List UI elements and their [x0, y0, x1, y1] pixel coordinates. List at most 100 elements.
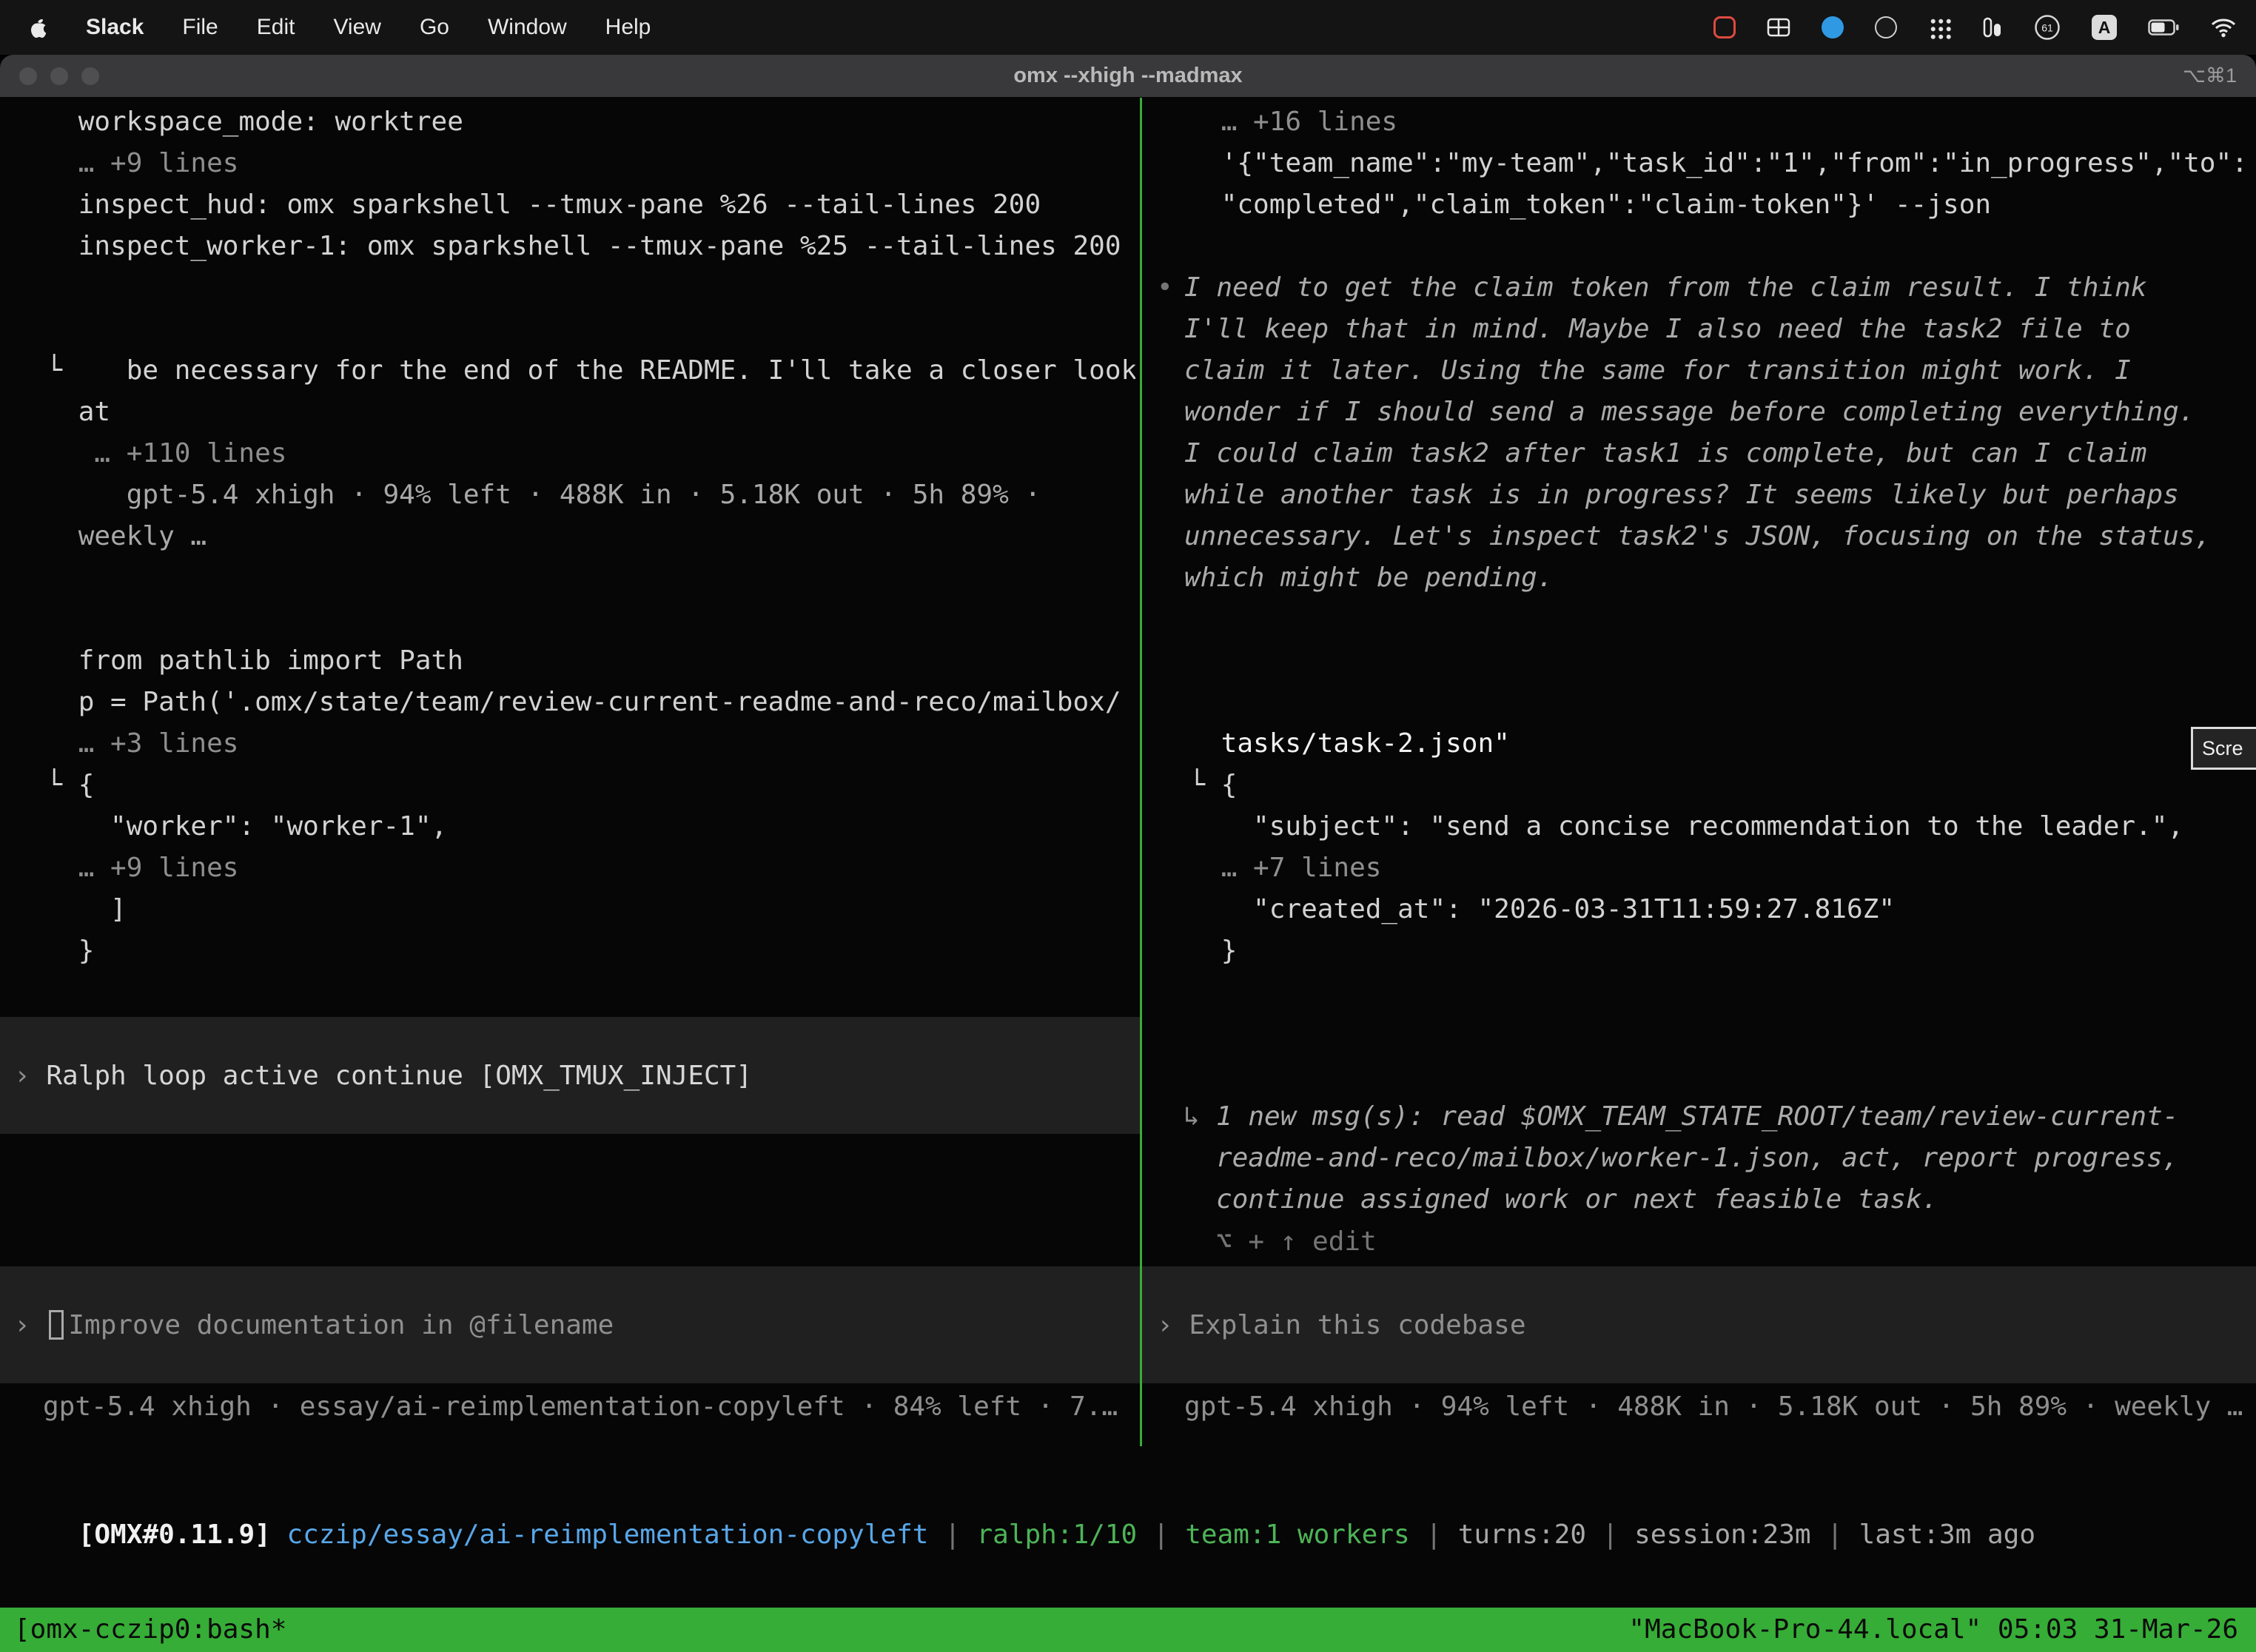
- omx-repo: cczip/essay/ai-reimplementation-copyleft: [286, 1520, 928, 1550]
- separator: |: [1410, 1520, 1458, 1550]
- right-model-status-line: gpt-5.4 xhigh · 94% left · 488K in · 5.1…: [1184, 1386, 2256, 1428]
- terminal-line: }: [1157, 930, 2256, 972]
- cat-json-output: └ { "subject": "send a concise recommend…: [1157, 765, 2256, 972]
- chevron-icon: ›: [14, 1061, 46, 1091]
- terminal-line: '{"team_name":"my-team","task_id":"1","f…: [1157, 143, 2256, 184]
- battery-icon[interactable]: [2148, 11, 2179, 44]
- separator: |: [1811, 1520, 1859, 1550]
- terminal-line: from pathlib import Path: [14, 640, 1135, 682]
- ran-tmux-capture-command: • Ran tmux capture-pane -t %25 -p -S -80: [14, 309, 1135, 350]
- menu-bar-status-icons: 61 A: [1713, 11, 2256, 44]
- minimize-button[interactable]: [50, 67, 68, 85]
- menu-go[interactable]: Go: [420, 15, 449, 40]
- window-title-bar: omx --xhigh --madmax ⌥⌘1: [0, 55, 2256, 98]
- prompt-placeholder: Improve documentation in @filename: [68, 1310, 614, 1340]
- menu-bar-left: Slack File Edit View Go Window Help: [0, 11, 651, 44]
- input-source-icon[interactable]: A: [2092, 11, 2117, 44]
- python-output: from pathlib import Path p = Path('.omx/…: [14, 640, 1135, 972]
- terminal-line: p = Path('.omx/state/team/review-current…: [14, 682, 1135, 723]
- battery-percent-icon[interactable]: 61: [2034, 11, 2061, 44]
- tmux-status-bar: [omx-cczip0:bash* "MacBook-Pro-44.local"…: [0, 1608, 2256, 1652]
- menu-view[interactable]: View: [333, 15, 380, 40]
- pane-divider: [1140, 98, 1142, 1446]
- macos-menu-bar: Slack File Edit View Go Window Help: [0, 0, 2256, 55]
- omx-session-status-bar: [OMX#0.11.9] cczip/essay/ai-reimplementa…: [14, 1473, 2035, 1514]
- terminal-line: └ be necessary for the end of the README…: [14, 350, 1135, 392]
- terminal-line: ]: [14, 889, 1135, 930]
- tmux-capture-output: └ be necessary for the end of the README…: [14, 350, 1135, 557]
- window-grid-icon[interactable]: [1767, 11, 1790, 44]
- apple-icon[interactable]: [28, 11, 47, 44]
- traffic-lights: [19, 55, 99, 97]
- banner-text: Ralph loop active continue [OMX_TMUX_INJ…: [46, 1061, 752, 1091]
- collapsed-lines-indicator[interactable]: … +3 lines: [14, 723, 1135, 765]
- terminal-line: "subject": "send a concise recommendatio…: [1157, 806, 2256, 847]
- terminal-line: weekly …: [14, 516, 1135, 557]
- omx-version: [OMX#0.11.9]: [78, 1520, 287, 1550]
- close-button[interactable]: [19, 67, 37, 85]
- wifi-icon[interactable]: [2210, 11, 2237, 44]
- left-pane-log-head: workspace_mode: worktree … +9 lines insp…: [14, 101, 1135, 267]
- tmux-session-name: [omx-cczip0:bash*: [14, 1608, 286, 1652]
- terminal-line: workspace_mode: worktree: [14, 101, 1135, 143]
- reply-arrow-icon: ↳: [1184, 1096, 1215, 1138]
- left-model-status-line: gpt-5.4 xhigh · essay/ai-reimplementatio…: [43, 1386, 1137, 1428]
- omx-session-time: session:23m: [1634, 1520, 1810, 1550]
- dots-grid-icon[interactable]: [1928, 11, 1951, 44]
- right-prompt-input[interactable]: › Explain this codebase: [1142, 1266, 2256, 1383]
- terminal-line: "worker": "worker-1",: [14, 806, 1135, 847]
- menu-edit[interactable]: Edit: [257, 15, 295, 40]
- tmux-host-clock: "MacBook-Pro-44.local" 05:03 31-Mar-26: [1628, 1608, 2238, 1652]
- dark-app-icon[interactable]: [1875, 11, 1897, 44]
- ralph-inject-banner: › Ralph loop active continue [OMX_TMUX_I…: [0, 1017, 1140, 1134]
- separator: |: [928, 1520, 976, 1550]
- window-title: omx --xhigh --madmax: [1013, 64, 1242, 88]
- omx-turns: turns:20: [1458, 1520, 1586, 1550]
- chevron-icon: ›: [1157, 1310, 1189, 1340]
- menu-help[interactable]: Help: [605, 15, 651, 40]
- terminal-line: inspect_worker-1: omx sparkshell --tmux-…: [14, 226, 1135, 267]
- ran-set-command: • Ran set -euo pipefail: [1157, 640, 2256, 682]
- separator: |: [1586, 1520, 1634, 1550]
- cat-command-line: cat "$OMX_TEAM_STATE_ROOT/team/review-cu…: [1157, 682, 2256, 723]
- screenshot-notification[interactable]: Scre: [2191, 727, 2256, 770]
- blue-app-icon[interactable]: [1822, 11, 1844, 44]
- svg-text:61: 61: [2041, 22, 2053, 34]
- terminal-line: └ {: [14, 765, 1135, 806]
- terminal-line: gpt-5.4 xhigh · 94% left · 488K in · 5.1…: [14, 474, 1135, 516]
- terminal-line: "created_at": "2026-03-31T11:59:27.816Z": [1157, 889, 2256, 930]
- menu-window[interactable]: Window: [488, 15, 567, 40]
- collapsed-lines-indicator[interactable]: … +110 lines: [14, 433, 1135, 474]
- prompt-placeholder: Explain this codebase: [1189, 1310, 1525, 1340]
- edit-shortcut-hint: ⌥ + ↑ edit: [1216, 1221, 1377, 1263]
- thinking-bullet-icon: •: [1157, 267, 1173, 309]
- working-status: • Working (6m 38s • esc to interrupt): [14, 1179, 1135, 1220]
- left-prompt-input[interactable]: › Improve documentation in @filename: [0, 1266, 1140, 1383]
- waiting-status: • Waiting for background terminal (3m 46…: [1157, 1013, 2256, 1054]
- omx-last-activity: last:3m ago: [1859, 1520, 2035, 1550]
- screenshot-notification-text: Scre: [2202, 737, 2243, 760]
- active-app-name[interactable]: Slack: [86, 15, 144, 40]
- chevron-icon: ›: [14, 1310, 46, 1340]
- screen-record-icon[interactable]: [1713, 11, 1736, 44]
- omx-ralph-count: ralph:1/10: [976, 1520, 1137, 1550]
- collapsed-lines-indicator[interactable]: … +9 lines: [14, 143, 1135, 184]
- collapsed-lines-indicator[interactable]: … +16 lines: [1157, 101, 2256, 143]
- menu-file[interactable]: File: [182, 15, 218, 40]
- desktop: Slack File Edit View Go Window Help: [0, 0, 2256, 1652]
- terminal-line: └ {: [1157, 765, 2256, 806]
- terminal-line: at: [14, 392, 1135, 433]
- meter-icon[interactable]: [1982, 11, 2003, 44]
- mailbox-message-text: 1 new msg(s): read $OMX_TEAM_STATE_ROOT/…: [1216, 1096, 2200, 1220]
- terminal-line: "completed","claim_token":"claim-token"}…: [1157, 184, 2256, 226]
- terminal-line: inspect_hud: omx sparkshell --tmux-pane …: [14, 184, 1135, 226]
- right-pane-log-head: … +16 lines '{"team_name":"my-team","tas…: [1157, 101, 2256, 226]
- ran-python-command: • Ran python3 - <<'PY': [14, 599, 1135, 640]
- omx-team-workers: team:1 workers: [1185, 1520, 1409, 1550]
- separator: |: [1137, 1520, 1185, 1550]
- collapsed-lines-indicator[interactable]: … +7 lines: [1157, 847, 2256, 889]
- text-cursor: [49, 1310, 64, 1340]
- collapsed-lines-indicator[interactable]: … +9 lines: [14, 847, 1135, 889]
- window-shortcut-hint: ⌥⌘1: [2183, 64, 2237, 87]
- zoom-button[interactable]: [81, 67, 99, 85]
